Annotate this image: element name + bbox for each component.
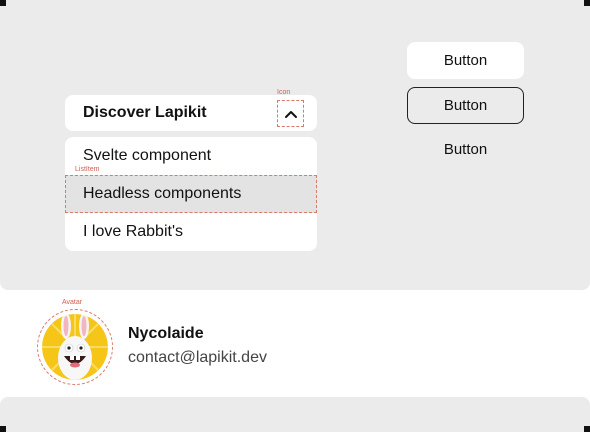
profile-email: contact@lapikit.dev [128,349,267,366]
filled-button[interactable]: Button [407,42,524,79]
bottom-panel [0,397,590,432]
avatar[interactable] [42,314,108,380]
list: Svelte component ListItem Headless compo… [65,137,317,251]
rabbid-avatar-icon [42,314,108,380]
outlined-button[interactable]: Button [407,87,524,124]
list-item[interactable]: Svelte component [65,137,317,175]
corner-mark [584,0,590,6]
avatar-annotation: Avatar [62,299,83,306]
corner-mark [0,426,6,432]
list-item-selected[interactable]: Headless components [65,175,317,213]
list-item[interactable]: I love Rabbit's [65,213,317,251]
accordion-title: Discover Lapikit [83,104,207,121]
icon-annotation: Icon [277,89,291,96]
accordion-header[interactable]: Discover Lapikit Icon [65,89,317,131]
corner-mark [584,426,590,432]
avatar-frame [37,309,113,385]
profile-name: Nycolaide [128,325,204,342]
text-button[interactable]: Button [407,131,524,168]
corner-mark [0,0,6,6]
chevron-up-icon[interactable] [277,100,304,127]
list-item-annotation: ListItem [75,166,100,173]
